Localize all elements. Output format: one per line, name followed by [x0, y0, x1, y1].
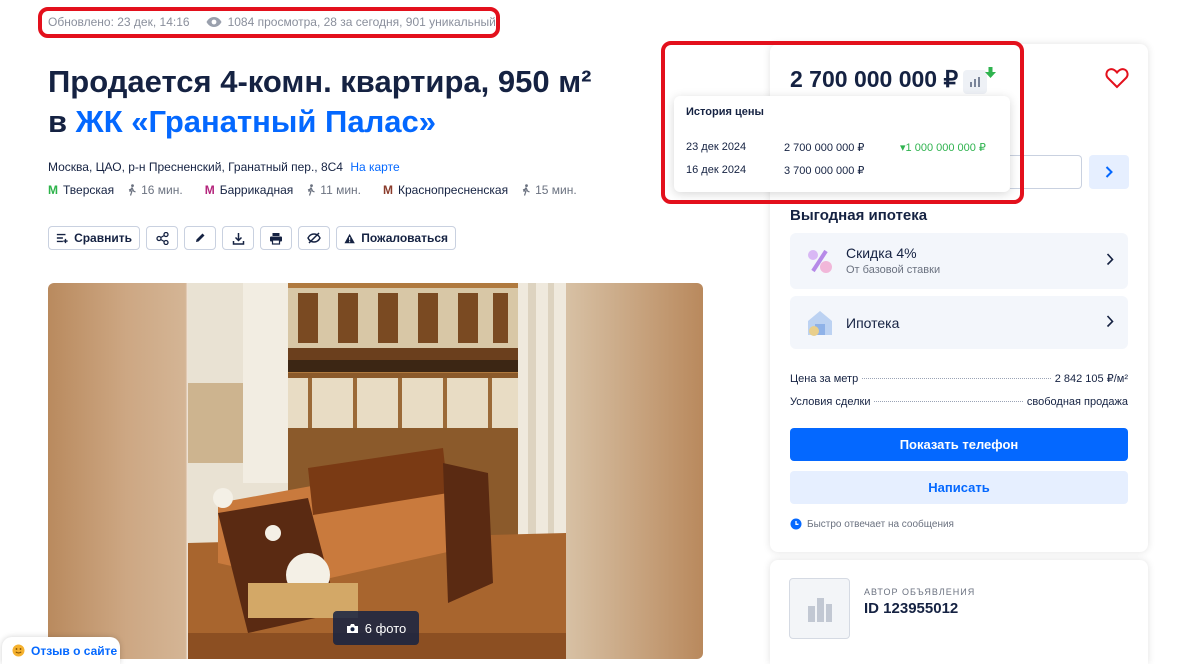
metro-icon: M — [48, 183, 58, 197]
deal-terms-row: Условия сделки свободная продажа — [790, 396, 1128, 408]
eye-off-icon — [307, 232, 321, 244]
map-link[interactable]: На карте — [350, 160, 399, 174]
mortgage-calc-next-button[interactable] — [1089, 155, 1129, 189]
percent-icon — [804, 245, 836, 277]
history-price: 2 700 000 000 ₽ — [784, 142, 865, 154]
updated-text: Обновлено: 23 дек, 14:16 — [48, 15, 190, 29]
mortgage-item[interactable]: Ипотека — [790, 296, 1128, 349]
photo-count-button[interactable]: 6 фото — [333, 611, 419, 645]
metro-icon: M — [383, 183, 393, 197]
history-diff: ▾ 1 000 000 000 ₽ — [900, 142, 986, 154]
metro-station-name: Краснопресненская — [398, 183, 509, 197]
mortgage-discount-item[interactable]: Скидка 4% От базовой ставки — [790, 233, 1128, 289]
metro-station-name: Тверская — [63, 183, 115, 197]
metro-station[interactable]: M Краснопресненская 15 мин. — [383, 183, 577, 197]
page-title: Продается 4-комн. квартира, 950 м² в ЖК … — [48, 62, 591, 142]
price-history-button[interactable] — [963, 70, 987, 94]
chevron-right-icon — [1106, 253, 1114, 271]
building-icon — [807, 597, 832, 622]
fast-reply-note: Быстро отвечает на сообщения — [790, 518, 954, 530]
site-feedback-tab[interactable]: Отзыв о сайте — [2, 637, 120, 664]
mortgage-label: Ипотека — [846, 315, 900, 331]
history-date: 16 дек 2024 — [686, 164, 747, 176]
metro-station[interactable]: M Баррикадная 11 мин. — [205, 183, 361, 197]
share-button[interactable] — [146, 226, 178, 250]
history-date: 23 дек 2024 — [686, 141, 747, 153]
lobby-photo-scene — [188, 283, 566, 659]
history-price: 3 700 000 000 ₽ — [784, 165, 865, 177]
smiley-icon — [12, 644, 25, 657]
detail-value: 2 842 105 ₽/м² — [1054, 373, 1128, 385]
metro-station[interactable]: M Тверская 16 мин. — [48, 183, 183, 197]
pencil-icon — [196, 233, 205, 242]
bar-chart-icon — [970, 77, 980, 87]
camera-icon — [346, 623, 358, 633]
address: Москва, ЦАО, р-н Пресненский, Гранатный … — [48, 160, 400, 174]
compare-button[interactable]: Сравнить — [48, 226, 140, 250]
history-title: История цены — [686, 106, 764, 118]
price-down-icon — [985, 66, 996, 84]
metro-station-name: Баррикадная — [219, 183, 294, 197]
walk-icon — [522, 184, 530, 196]
compare-icon — [56, 233, 68, 244]
walk-time: 15 мин. — [521, 183, 577, 197]
hide-button[interactable] — [298, 226, 330, 250]
mortgage-calc-input[interactable] — [1010, 155, 1082, 189]
photo-blur-right — [563, 283, 703, 659]
clock-icon — [790, 518, 802, 530]
price-per-meter-row: Цена за метр 2 842 105 ₽/м² — [790, 372, 1128, 385]
discount-title: Скидка 4% — [846, 245, 917, 261]
address-text: Москва, ЦАО, р-н Пресненский, Гранатный … — [48, 160, 343, 174]
download-icon — [232, 232, 244, 245]
report-button[interactable]: Пожаловаться — [336, 226, 456, 250]
detail-value: свободная продажа — [1026, 396, 1128, 408]
detail-label: Цена за метр — [790, 373, 859, 385]
warning-icon — [344, 233, 355, 243]
mortgage-title: Выгодная ипотека — [790, 207, 928, 224]
share-icon — [155, 231, 169, 245]
discount-subtitle: От базовой ставки — [846, 264, 941, 276]
walk-time: 16 мин. — [127, 183, 183, 197]
chevron-right-icon — [1106, 315, 1114, 333]
metro-list: M Тверская 16 мин. M Баррикадная 11 мин.… — [48, 183, 577, 197]
metro-icon: M — [204, 183, 215, 197]
author-label: АВТОР ОБЪЯВЛЕНИЯ — [864, 587, 976, 597]
walk-time: 11 мин. — [306, 183, 361, 197]
walk-icon — [128, 184, 136, 196]
title-line2: в ЖК «Гранатный Палас» — [48, 102, 591, 142]
edit-button[interactable] — [184, 226, 216, 250]
house-icon — [804, 307, 836, 339]
download-button[interactable] — [222, 226, 254, 250]
favorite-heart-icon[interactable] — [1105, 67, 1129, 94]
eye-icon — [206, 16, 222, 28]
author-avatar[interactable] — [789, 578, 850, 639]
author-id[interactable]: ID 123955012 — [864, 600, 958, 617]
show-phone-button[interactable]: Показать телефон — [790, 428, 1128, 461]
detail-label: Условия сделки — [790, 396, 871, 408]
printer-icon — [270, 232, 282, 245]
price-value: 2 700 000 000 ₽ — [790, 66, 959, 92]
title-line1: Продается 4-комн. квартира, 950 м² — [48, 64, 592, 99]
print-button[interactable] — [260, 226, 292, 250]
price-history-popup: История цены 23 дек 2024 2 700 000 000 ₽… — [674, 96, 1010, 192]
action-bar: Сравнить Пожаловаться — [48, 226, 456, 250]
write-message-button[interactable]: Написать — [790, 471, 1128, 504]
update-meta: Обновлено: 23 дек, 14:16 1084 просмотра,… — [48, 15, 496, 29]
chevron-right-icon — [1105, 166, 1113, 178]
views-text: 1084 просмотра, 28 за сегодня, 901 уника… — [227, 15, 496, 29]
complex-link[interactable]: ЖК «Гранатный Палас» — [76, 104, 436, 139]
walk-icon — [308, 184, 316, 196]
main-photo[interactable] — [48, 283, 703, 659]
title-prefix: в — [48, 104, 76, 139]
